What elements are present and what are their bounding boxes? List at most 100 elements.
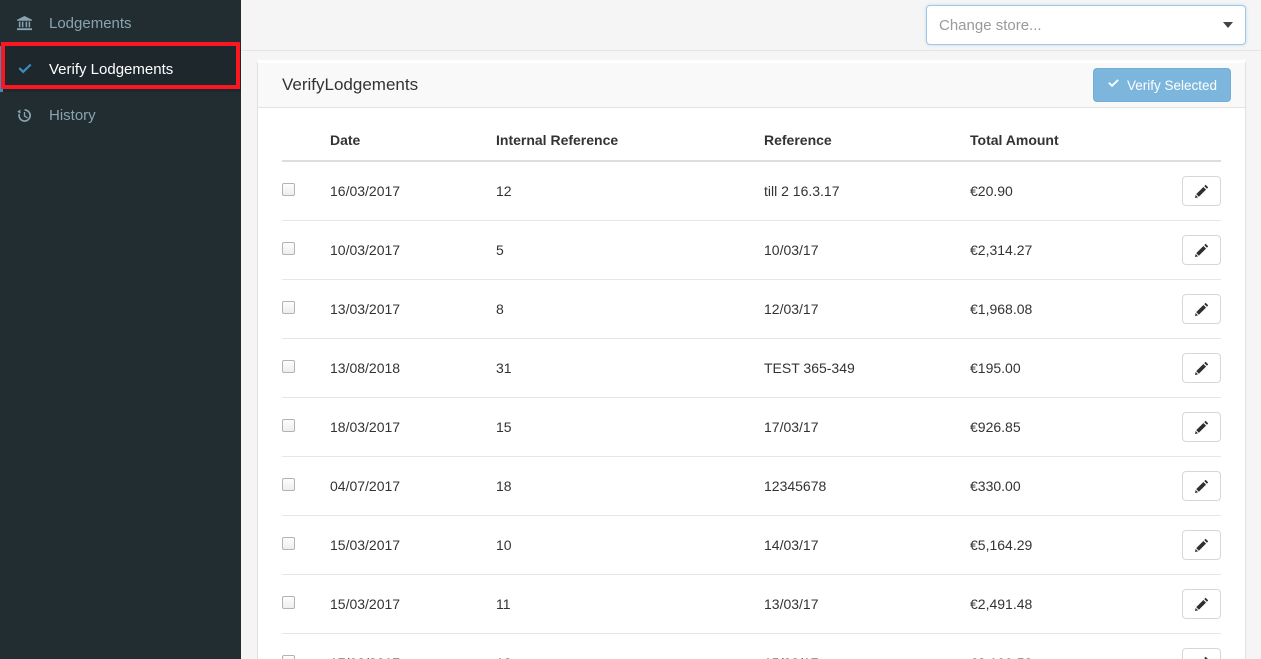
edit-row-button[interactable] [1182, 412, 1221, 442]
cell-total-amount: €1,968.08 [970, 279, 1159, 339]
row-select-cell [282, 220, 330, 280]
pencil-icon [1194, 479, 1209, 493]
row-checkbox[interactable] [282, 301, 295, 314]
row-checkbox[interactable] [282, 360, 295, 373]
table-header-row: Date Internal Reference Reference Total … [282, 118, 1221, 162]
column-header-total-amount: Total Amount [970, 118, 1159, 162]
cell-reference: 14/03/17 [764, 515, 970, 575]
table-row: 15/03/2017 10 14/03/17 €5,164.29 [282, 515, 1221, 575]
edit-row-button[interactable] [1182, 471, 1221, 501]
row-actions-cell [1159, 279, 1221, 339]
page-title: VerifyLodgements [282, 75, 419, 94]
table-body: 16/03/2017 12 till 2 16.3.17 €20.90 10/03/20… [282, 161, 1221, 659]
sidebar: Lodgements Verify Lodgements History [0, 0, 241, 659]
table-row: 16/03/2017 12 till 2 16.3.17 €20.90 [282, 161, 1221, 221]
pencil-icon [1194, 184, 1209, 198]
cell-reference: 15/03/17 [764, 633, 970, 659]
cell-reference: till 2 16.3.17 [764, 183, 840, 199]
edit-row-button[interactable] [1182, 530, 1221, 560]
cell-date: 13/03/2017 [330, 279, 496, 339]
row-select-cell [282, 279, 330, 339]
cell-total-amount: €5,164.29 [970, 515, 1159, 575]
row-checkbox[interactable] [282, 183, 295, 196]
edit-row-button[interactable] [1182, 648, 1221, 659]
cell-total-amount: €20.90 [970, 183, 1013, 199]
cell-internal-reference: 10 [496, 515, 764, 575]
row-checkbox[interactable] [282, 478, 295, 491]
row-checkbox[interactable] [282, 596, 295, 609]
app-root: Lodgements Verify Lodgements History Cha… [0, 0, 1261, 659]
table-row: 17/03/20171315/03/17€3,199.58 [282, 633, 1221, 659]
cell-date: 15/03/2017 [330, 574, 496, 634]
cell-internal-reference: 15 [496, 397, 764, 457]
row-checkbox[interactable] [282, 419, 295, 432]
verify-selected-button[interactable]: Verify Selected [1092, 68, 1231, 102]
cell-reference: 10/03/17 [764, 220, 970, 280]
sidebar-item-history[interactable]: History [0, 92, 241, 138]
table-row: 18/03/2017 15 17/03/17 €926.85 [282, 397, 1221, 457]
cell-internal-reference: 31 [496, 338, 764, 398]
cell-date: 10/03/2017 [330, 220, 496, 280]
row-select-cell [282, 338, 330, 398]
edit-row-button[interactable] [1182, 235, 1221, 265]
column-header-reference: Reference [764, 118, 970, 162]
top-header-bar: Change store... [241, 0, 1261, 51]
cell-total-amount: €926.85 [970, 397, 1159, 457]
row-select-cell [282, 397, 330, 457]
table-row: 13/03/2017 8 12/03/17 €1,968.08 [282, 279, 1221, 339]
chevron-down-icon [1223, 22, 1233, 28]
change-store-select[interactable]: Change store... [926, 5, 1246, 45]
pencil-icon [1194, 302, 1209, 316]
cell-total-amount: €3,199.58 [970, 633, 1159, 659]
pencil-icon [1194, 361, 1209, 375]
cell-reference: 13/03/17 [764, 574, 970, 634]
edit-row-button[interactable] [1182, 353, 1221, 383]
row-actions-cell [1159, 574, 1221, 634]
sidebar-item-label: Lodgements [49, 14, 132, 32]
verify-lodgements-panel: VerifyLodgements Verify Selected Date In… [257, 60, 1246, 659]
verify-selected-label: Verify Selected [1126, 77, 1217, 93]
lodgements-table: Date Internal Reference Reference Total … [282, 118, 1221, 659]
row-actions-cell [1159, 397, 1221, 457]
history-icon [17, 108, 43, 123]
cell-internal-reference: 5 [496, 220, 764, 280]
cell-internal-reference: 8 [496, 279, 764, 339]
pencil-icon [1194, 420, 1209, 434]
cell-date: 17/03/2017 [330, 633, 496, 659]
cell-reference: 17/03/17 [764, 397, 970, 457]
row-checkbox[interactable] [282, 242, 295, 255]
panel-header: VerifyLodgements Verify Selected [258, 63, 1245, 108]
edit-row-button[interactable] [1182, 294, 1221, 324]
cell-date: 18/03/2017 [330, 397, 496, 457]
pencil-icon [1194, 538, 1209, 552]
cell-reference: 12/03/17 [764, 279, 970, 339]
table-row: 13/08/2018 31 TEST 365-349 €195.00 [282, 338, 1221, 398]
table-row: 15/03/2017 11 13/03/17 €2,491.48 [282, 574, 1221, 634]
edit-row-button[interactable] [1182, 176, 1221, 206]
cell-total-amount: €2,491.48 [970, 574, 1159, 634]
sidebar-item-verify-lodgements[interactable]: Verify Lodgements [0, 46, 241, 92]
row-checkbox[interactable] [282, 537, 295, 550]
change-store-placeholder: Change store... [939, 16, 1042, 34]
sidebar-item-lodgements[interactable]: Lodgements [0, 0, 241, 46]
check-icon [17, 61, 43, 77]
sidebar-item-label: Verify Lodgements [49, 60, 174, 78]
row-actions-cell [1159, 161, 1221, 221]
row-select-cell [282, 515, 330, 575]
row-checkbox[interactable] [282, 655, 295, 659]
edit-row-button[interactable] [1182, 589, 1221, 619]
column-header-actions [1159, 118, 1221, 162]
column-header-select [282, 118, 330, 162]
cell-total-amount: €2,314.27 [970, 220, 1159, 280]
sidebar-item-label: History [49, 106, 96, 124]
panel-body: Date Internal Reference Reference Total … [258, 108, 1245, 659]
column-header-date: Date [330, 118, 496, 162]
cell-reference: 12345678 [764, 456, 970, 516]
cell-internal-reference: 11 [496, 574, 764, 634]
cell-internal-reference: 13 [496, 633, 764, 659]
pencil-icon [1194, 243, 1209, 257]
check-icon [1107, 77, 1120, 93]
cell-date: 16/03/2017 [330, 183, 401, 199]
table-row: 04/07/2017 18 12345678 €330.00 [282, 456, 1221, 516]
row-actions-cell [1159, 456, 1221, 516]
